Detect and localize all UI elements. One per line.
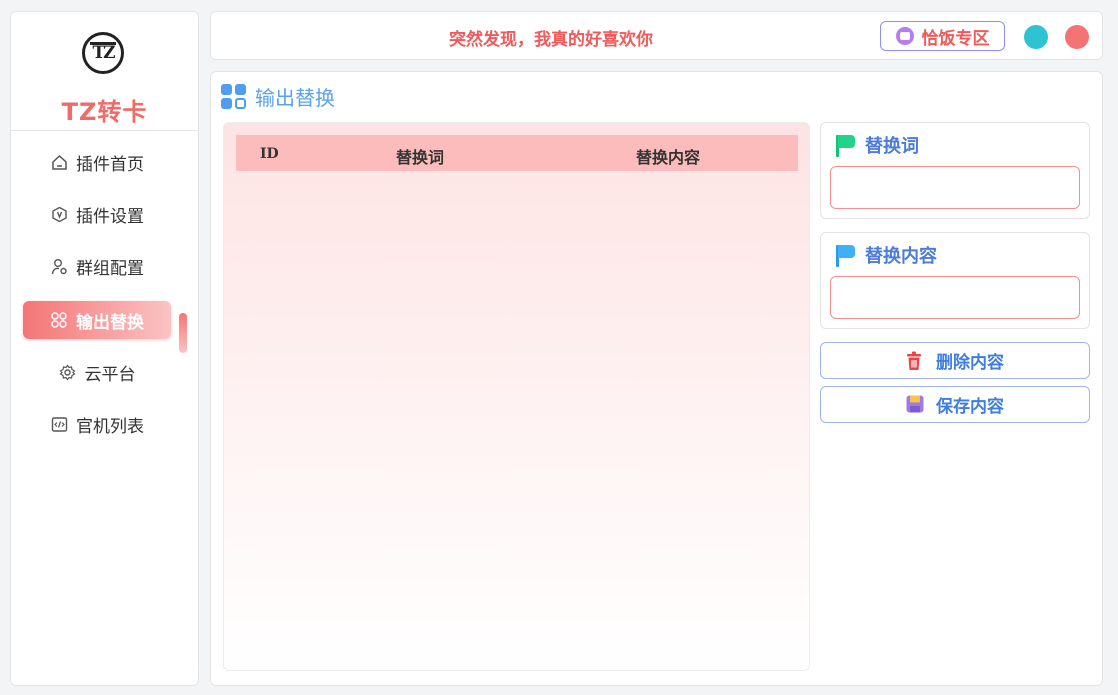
settings-hexagon-icon <box>50 205 68 223</box>
user-settings-icon <box>50 257 68 275</box>
sidebar-item-plugin-home[interactable]: 插件首页 <box>23 143 171 181</box>
sidebar-item-output-replace[interactable]: 输出替换 <box>23 301 171 339</box>
sidebar-item-cloud-platform[interactable]: 云平台 <box>23 353 171 391</box>
page-title: 输出替换 <box>221 82 335 111</box>
sidebar-item-label: 输出替换 <box>76 312 144 333</box>
logo-icon: TZ <box>82 32 124 74</box>
sidebar-item-group-config[interactable]: 群组配置 <box>23 247 171 285</box>
sidebar-item-label: 群组配置 <box>76 258 144 279</box>
save-content-button[interactable]: 保存内容 <box>820 386 1090 423</box>
green-flag-icon <box>835 133 855 157</box>
replace-content-label: 替换内容 <box>835 242 937 268</box>
ad-zone-label: 恰饭专区 <box>921 28 990 49</box>
save-icon <box>906 395 924 415</box>
header-bar: 突然发现，我真的好喜欢你 恰饭专区 <box>210 11 1103 60</box>
ad-zone-button[interactable]: 恰饭专区 <box>880 21 1005 51</box>
grid-icon <box>221 83 247 110</box>
sidebar-item-label: 插件设置 <box>76 206 144 227</box>
logo-area: TZ TZ转卡 <box>11 12 198 131</box>
active-indicator <box>179 313 187 353</box>
sidebar: TZ TZ转卡 插件首页 插件设置 群组配置 输出替换 云平台 官机列表 <box>10 11 199 686</box>
table-header: ID 替换词 替换内容 <box>236 135 798 171</box>
save-content-label: 保存内容 <box>936 397 1004 417</box>
sidebar-item-official-list[interactable]: 官机列表 <box>23 405 171 443</box>
sidebar-item-plugin-settings[interactable]: 插件设置 <box>23 195 171 233</box>
main-panel: 输出替换 ID 替换词 替换内容 替换词 替换内容 删除内容 保存内容 <box>210 71 1103 686</box>
column-header-id[interactable]: ID <box>260 146 279 162</box>
code-icon <box>50 415 68 433</box>
brand-name: TZ转卡 <box>61 98 148 126</box>
sidebar-item-label: 插件首页 <box>76 154 144 175</box>
ad-badge-icon <box>895 27 914 45</box>
window-minimize-button[interactable] <box>1024 25 1048 49</box>
replace-content-input[interactable] <box>830 276 1080 319</box>
column-header-word[interactable]: 替换词 <box>396 144 444 168</box>
sidebar-item-label: 官机列表 <box>76 416 144 437</box>
delete-content-label: 删除内容 <box>936 353 1004 373</box>
gear-icon <box>59 363 77 381</box>
replace-word-card: 替换词 <box>820 122 1090 219</box>
window-close-button[interactable] <box>1065 25 1089 49</box>
grid-icon <box>50 311 68 329</box>
replace-word-input[interactable] <box>830 166 1080 209</box>
sidebar-item-label: 云平台 <box>84 364 136 385</box>
replace-word-label: 替换词 <box>835 132 919 158</box>
header-slogan: 突然发现，我真的好喜欢你 <box>449 30 653 50</box>
trash-icon <box>906 351 922 371</box>
column-header-content[interactable]: 替换内容 <box>636 144 700 168</box>
page-title-text: 输出替换 <box>255 86 335 110</box>
replace-table[interactable]: ID 替换词 替换内容 <box>223 122 810 671</box>
delete-content-button[interactable]: 删除内容 <box>820 342 1090 379</box>
replace-content-card: 替换内容 <box>820 232 1090 329</box>
home-icon <box>50 153 68 171</box>
blue-flag-icon <box>835 243 855 267</box>
